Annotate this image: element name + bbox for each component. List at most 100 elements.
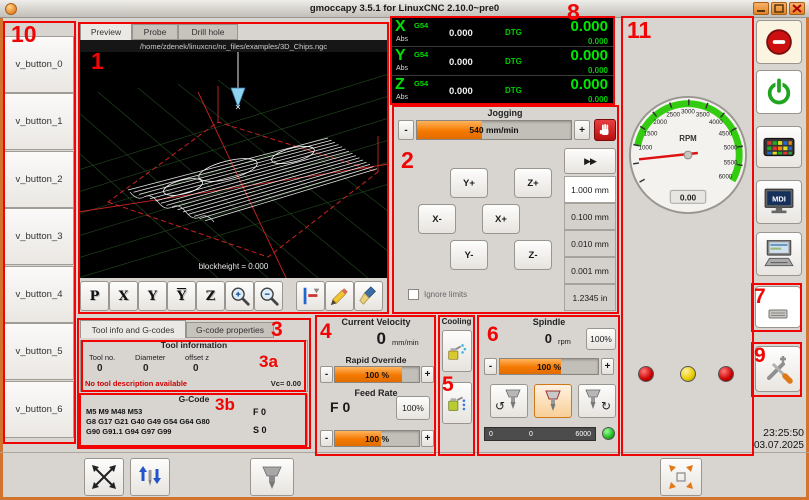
gremlin-preview[interactable]: blockheight = 0.000 (78, 52, 389, 278)
zoom-in-icon (229, 285, 251, 307)
jog-increment-1[interactable]: 1.000 mm (564, 176, 616, 203)
spindle-ccw-icon: ↺ (494, 388, 524, 414)
edit-gcode-button[interactable] (325, 281, 354, 311)
maximize-button[interactable] (771, 2, 787, 15)
ignore-limits-checkbox[interactable] (408, 289, 419, 300)
sidebar-button-1[interactable]: v_button_1 (4, 93, 74, 150)
fullscreen-button[interactable] (660, 458, 702, 496)
jog-increment-2[interactable]: 0.100 mm (564, 203, 616, 230)
gauge-unit-label: RPM (679, 134, 697, 143)
jog-fast-button[interactable]: ▶▶ (564, 148, 616, 174)
tool-dimension-button[interactable] (296, 281, 325, 311)
expand-icon (667, 463, 695, 491)
zoom-in-button[interactable] (225, 281, 254, 311)
spindle-stop-icon (538, 388, 568, 414)
spindle-minus-button[interactable]: - (484, 358, 497, 375)
tab-preview[interactable]: Preview (80, 22, 132, 40)
spindle-stop-button[interactable] (534, 384, 572, 418)
show-keyboard-button[interactable] (755, 286, 801, 328)
feed-reset-button[interactable]: 100% (396, 396, 430, 420)
dro-axis-x[interactable]: X G54 Abs 0.000 DTG 0.000 0.000 (391, 18, 613, 47)
sidebar-button-0[interactable]: v_button_0 (4, 36, 74, 93)
feed-minus-button[interactable]: - (320, 430, 333, 447)
sidebar-button-3[interactable]: v_button_3 (4, 208, 74, 265)
settings-tools-button[interactable] (755, 346, 801, 392)
sidebar-button-4[interactable]: v_button_4 (4, 266, 74, 323)
settings-screen-button[interactable] (756, 232, 802, 276)
jog-speed-plus-button[interactable]: + (574, 120, 590, 140)
mist-coolant-button[interactable] (442, 330, 472, 372)
estop-button[interactable] (756, 20, 802, 64)
spindle-rpm-unit: rpm (558, 337, 571, 346)
sidebar-button-2[interactable]: v_button_2 (4, 151, 74, 208)
feed-override-slider[interactable]: 100 % (334, 430, 420, 447)
power-icon (765, 78, 793, 106)
status-lamp-1 (638, 366, 654, 382)
current-velocity-value: 0 (316, 329, 386, 349)
view-x-button[interactable]: X (109, 281, 138, 311)
flood-coolant-button[interactable] (442, 382, 472, 424)
mdi-icon: MDI (763, 188, 795, 216)
jog-x-plus-button[interactable]: X+ (482, 204, 520, 234)
svg-text:5500: 5500 (724, 159, 738, 166)
jog-speed-slider[interactable]: 540 mm/min (416, 120, 572, 140)
jog-z-minus-button[interactable]: Z- (514, 240, 552, 270)
dro-axis-y[interactable]: Y G54 Abs 0.000 DTG 0.000 0.000 (391, 47, 613, 76)
sidebar-button-5[interactable]: v_button_5 (4, 323, 74, 380)
tab-tool-info[interactable]: Tool info and G-codes (80, 320, 186, 338)
spindle-speed-bar: 0 0 6000 (484, 427, 596, 441)
mini-keyboard-icon (763, 294, 793, 320)
dro-axis-z[interactable]: Z G54 Abs 0.000 DTG 0.000 0.000 (391, 76, 613, 105)
svg-text:3500: 3500 (696, 111, 710, 118)
spindle-title: Spindle (478, 317, 620, 327)
spindle-override-slider[interactable]: 100 % (499, 358, 599, 375)
jog-x-minus-button[interactable]: X- (418, 204, 456, 234)
toolpath-3d-view (78, 52, 389, 278)
jog-increment-4[interactable]: 0.001 mm (564, 257, 616, 284)
tab-gcode-properties[interactable]: G-code properties (186, 322, 274, 338)
hand-icon (597, 122, 613, 138)
rapid-plus-button[interactable]: + (421, 366, 434, 383)
view-p-button[interactable]: P (80, 281, 109, 311)
tool-information-frame: Tool information Tool no. Diameter offse… (80, 340, 308, 392)
spindle-cw-icon: ↻ (582, 388, 612, 414)
tab-probe[interactable]: Probe (132, 24, 178, 40)
tool-change-button[interactable] (130, 458, 170, 496)
zoom-out-button[interactable] (254, 281, 283, 311)
clock-time: 23:25:50 (744, 427, 804, 439)
spindle-plus-button[interactable]: + (601, 358, 614, 375)
gcode-frame: G-Code M5 M9 M48 M53 G8 G17 G21 G40 G49 … (80, 394, 308, 446)
close-button[interactable] (789, 2, 805, 15)
jog-z-plus-button[interactable]: Z+ (514, 168, 552, 198)
jog-speed-minus-button[interactable]: - (398, 120, 414, 140)
brush-icon (358, 285, 380, 307)
view-y2-button[interactable]: Y (167, 281, 196, 311)
minimize-button[interactable] (753, 2, 769, 15)
jog-increment-5[interactable]: 1.2345 in (564, 284, 616, 311)
tool-spindle-button[interactable] (250, 458, 294, 496)
spindle-ccw-button[interactable]: ↺ (490, 384, 528, 418)
spindle-cw-button[interactable]: ↻ (578, 384, 616, 418)
cooling-title: Cooling (438, 317, 475, 326)
view-z-button[interactable]: Z (196, 281, 225, 311)
tab-drill-hole[interactable]: Drill hole (178, 24, 238, 40)
feed-plus-button[interactable]: + (421, 430, 434, 447)
spindle-reset-button[interactable]: 100% (586, 328, 616, 350)
window-title: gmoccapy 3.5.1 for LinuxCNC 2.10.0~pre0 (0, 3, 809, 14)
jog-y-plus-button[interactable]: Y+ (450, 168, 488, 198)
mdi-button[interactable]: MDI (756, 180, 802, 224)
sidebar-button-6[interactable]: v_button_6 (4, 381, 74, 438)
turtle-jog-button[interactable] (594, 119, 616, 141)
rapid-override-slider[interactable]: 100 % (334, 366, 420, 383)
clear-plot-button[interactable] (354, 281, 383, 311)
jog-y-minus-button[interactable]: Y- (450, 240, 488, 270)
machine-on-button[interactable] (756, 70, 802, 114)
touch-off-xy-button[interactable] (84, 458, 124, 496)
feed-value: F 0 (330, 399, 350, 415)
mist-coolant-icon (445, 339, 469, 363)
rapid-minus-button[interactable]: - (320, 366, 333, 383)
virtual-keyboard-button[interactable] (756, 126, 802, 168)
jog-increment-3[interactable]: 0.010 mm (564, 230, 616, 257)
view-y-button[interactable]: Y (138, 281, 167, 311)
spindle-rpm-gauge: 1000 1500 2000 2500 3000 3500 4000 4500 … (627, 94, 749, 216)
